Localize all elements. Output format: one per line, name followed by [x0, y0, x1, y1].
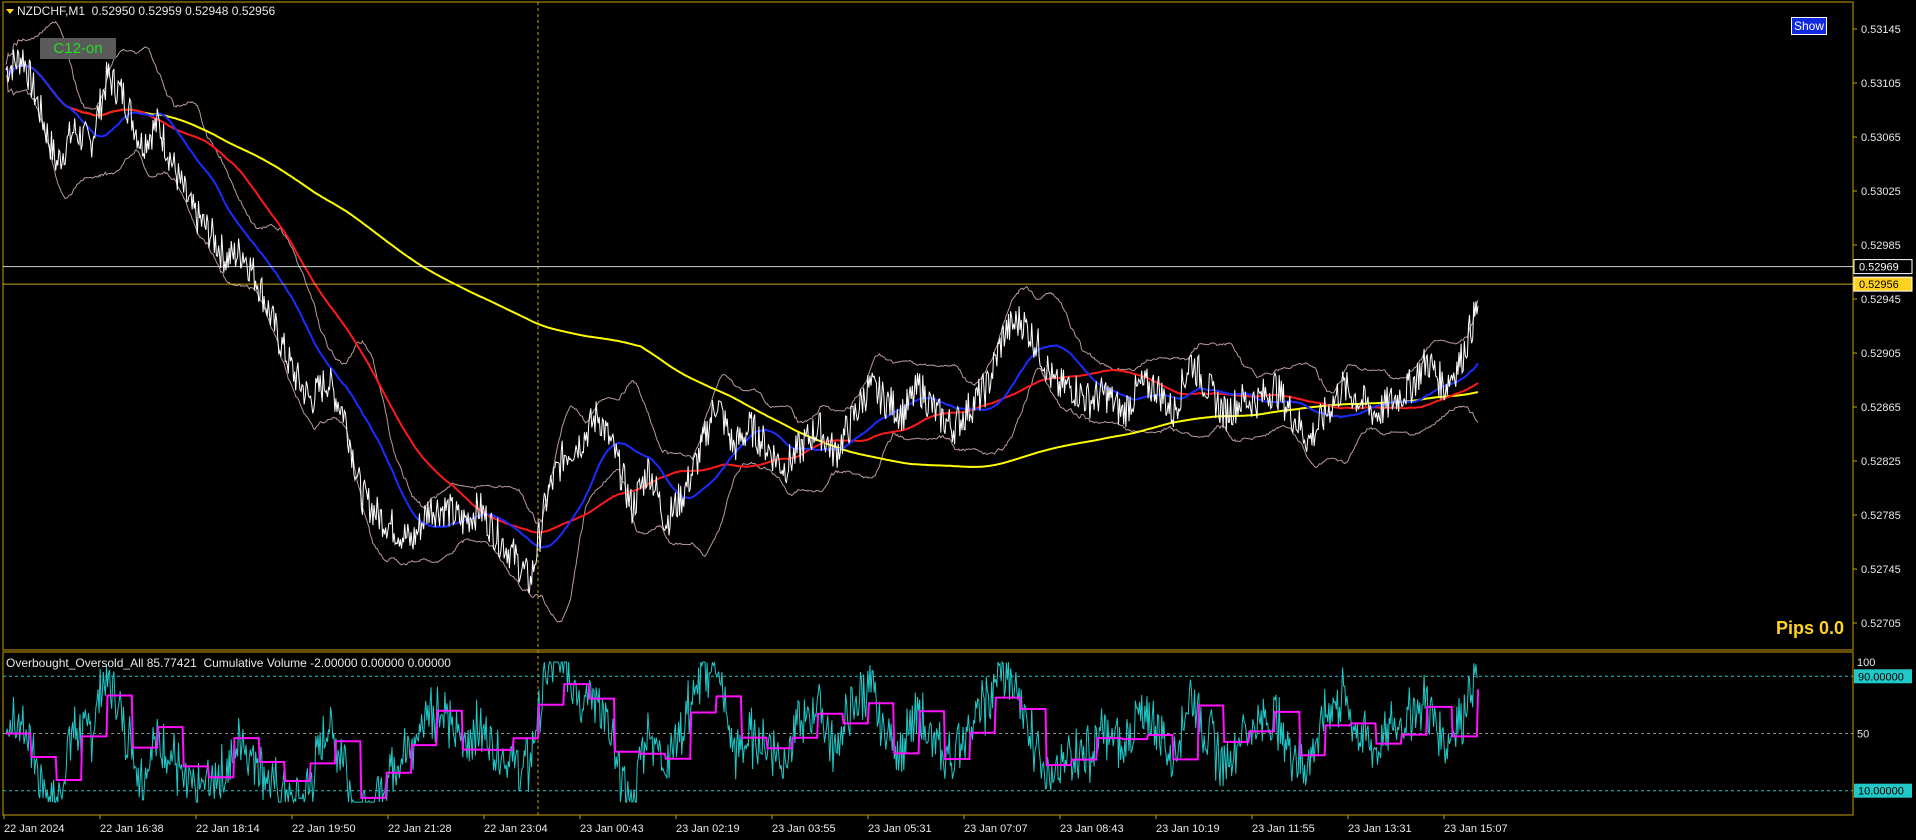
sub-y-tick-label: 50 — [1857, 729, 1869, 741]
sub-y-tick-label: 100 — [1857, 657, 1875, 669]
symbol-header: NZDCHF,M1 0.52950 0.52959 0.52948 0.5295… — [6, 4, 275, 18]
c12-badge[interactable]: C12-on — [40, 38, 116, 59]
y-tick-label: 0.52865 — [1861, 402, 1901, 414]
y-tick-label: 0.52785 — [1861, 510, 1901, 522]
x-tick-label: 23 Jan 02:19 — [676, 823, 740, 835]
bid-price-label: 0.52969 — [1859, 262, 1899, 274]
x-tick-label: 22 Jan 19:50 — [292, 823, 356, 835]
y-tick-label: 0.52705 — [1861, 618, 1901, 630]
x-tick-label: 23 Jan 13:31 — [1348, 823, 1412, 835]
x-tick-label: 23 Jan 10:19 — [1156, 823, 1220, 835]
ma-red-line — [5, 63, 1479, 534]
y-tick-label: 0.53105 — [1861, 78, 1901, 90]
y-tick-label: 0.52905 — [1861, 348, 1901, 360]
chevron-down-icon[interactable] — [6, 9, 14, 15]
x-tick-label: 23 Jan 08:43 — [1060, 823, 1124, 835]
x-tick-label: 22 Jan 21:28 — [388, 823, 452, 835]
ohlc-values: 0.52950 0.52959 0.52948 0.52956 — [91, 4, 276, 18]
price-line — [5, 49, 1479, 594]
indicator-label: Overbought_Oversold_All 85.77421 Cumulat… — [6, 656, 451, 670]
x-tick-label: 23 Jan 11:55 — [1252, 823, 1315, 835]
x-tick-label: 23 Jan 03:55 — [772, 823, 836, 835]
y-tick-label: 0.52825 — [1861, 456, 1901, 468]
y-tick-label: 0.52985 — [1861, 240, 1901, 252]
y-tick-label: 0.52745 — [1861, 564, 1901, 576]
main-frame — [2, 1, 1854, 651]
level-label: 10.00000 — [1858, 786, 1904, 798]
show-button[interactable]: Show — [1791, 17, 1827, 35]
y-tick-label: 0.53065 — [1861, 132, 1901, 144]
x-tick-label: 22 Jan 16:38 — [100, 823, 164, 835]
level-label: 90.00000 — [1858, 671, 1904, 683]
y-tick-label: 0.52945 — [1861, 294, 1901, 306]
x-tick-label: 23 Jan 00:43 — [580, 823, 644, 835]
symbol-label: NZDCHF,M1 — [17, 4, 85, 18]
upper-band-line — [5, 20, 1479, 525]
x-tick-label: 23 Jan 05:31 — [868, 823, 932, 835]
pips-label: Pips 0.0 — [1775, 618, 1844, 638]
x-tick-label: 22 Jan 2024 — [4, 823, 65, 835]
ask-price-label: 0.52956 — [1859, 279, 1899, 291]
x-tick-label: 22 Jan 18:14 — [196, 823, 260, 835]
x-tick-label: 22 Jan 23:04 — [484, 823, 548, 835]
y-tick-label: 0.53025 — [1861, 186, 1901, 198]
ma-blue-line — [5, 63, 1479, 549]
chart-svg: 0.52969 0.52956 0.53145 0.53105 0.53065 0.530… — [2, 1, 1913, 835]
x-tick-label: 23 Jan 07:07 — [964, 823, 1028, 835]
y-tick-label: 0.53145 — [1861, 24, 1901, 36]
x-tick-label: 23 Jan 15:07 — [1444, 823, 1508, 835]
